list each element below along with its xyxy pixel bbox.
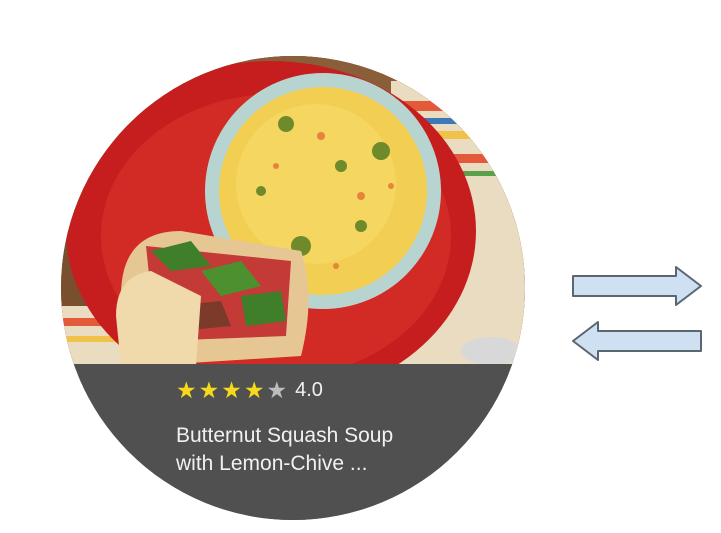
arrow-left-icon [572, 321, 702, 361]
star-filled-icon: ★ [176, 377, 197, 403]
recipe-title-line-1: Butternut Squash Soup [176, 424, 394, 447]
star-empty-icon: ★ [266, 377, 288, 403]
star-filled-icon: ★ [198, 377, 220, 403]
recipe-title-line-2: with Lemon-Chive ... [176, 452, 368, 475]
rating-value: 4.0 [295, 379, 323, 401]
star-rating: ★ ★ ★ ★ ★ [176, 379, 287, 402]
rating-row: ★ ★ ★ ★ ★ 4.0 [176, 379, 323, 402]
star-filled-icon: ★ [243, 377, 265, 403]
recipe-photo [61, 56, 525, 366]
recipe-info-panel: ★ ★ ★ ★ ★ 4.0 Butternut Squash Soup with… [61, 364, 525, 520]
recipe-card[interactable]: ★ ★ ★ ★ ★ 4.0 Butternut Squash Soup with… [61, 56, 525, 520]
star-filled-icon: ★ [221, 377, 242, 403]
recipe-title: Butternut Squash Soup with Lemon-Chive .… [176, 422, 456, 478]
arrow-right-icon [572, 266, 702, 306]
